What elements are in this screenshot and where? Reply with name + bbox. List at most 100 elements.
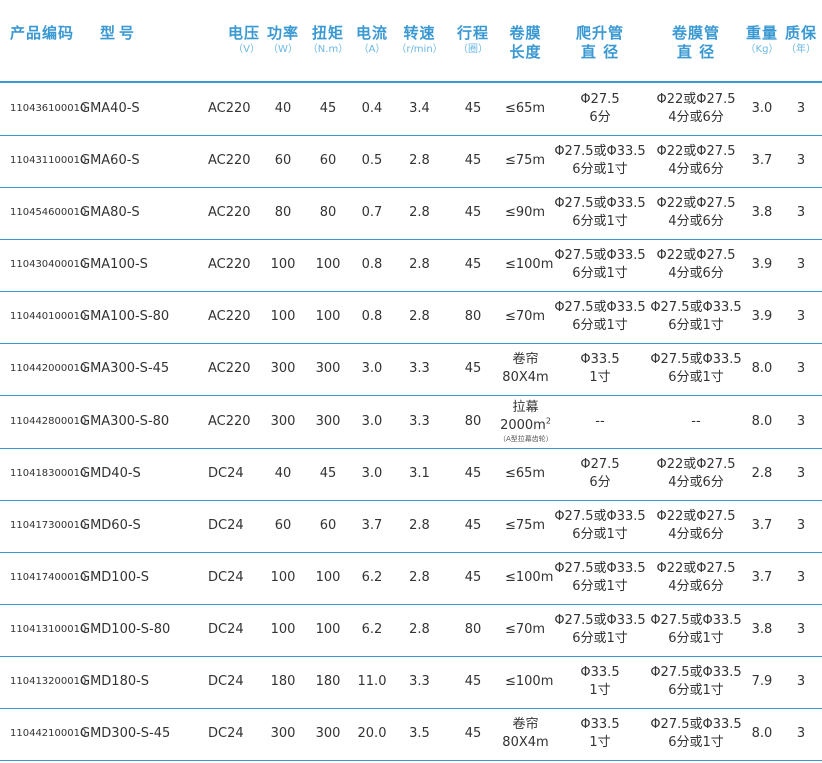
film-pipe-cell: Φ22或Φ27.5 4分或6分 [656, 457, 736, 490]
product-code-cell: 110442800010 [10, 415, 87, 427]
voltage-cell: AC220 [208, 205, 251, 220]
film-length-cell: ≤75m [505, 153, 546, 168]
header-code: 产品编码 [0, 0, 80, 83]
speed-cell: 3.5 [409, 726, 430, 741]
product-code-cell: 110431100010 [10, 155, 87, 166]
film-length-cell: ≤100m [505, 570, 554, 585]
torque-cell: 45 [319, 466, 337, 481]
voltage-cell: AC220 [208, 309, 251, 324]
weight-cell: 3.0 [751, 100, 773, 116]
product-code-cell: 110418300010 [10, 468, 87, 479]
current-cell: 0.7 [361, 205, 383, 220]
climb-pipe-cell: Φ27.5或Φ33.5 6分或1寸 [554, 561, 646, 594]
stroke-cell: 45 [464, 100, 482, 116]
weight-cell: 3.9 [751, 257, 773, 272]
table-row: 110442800010 GMA300-S-80 AC220 300 300 3.0 3.3… [0, 395, 822, 448]
voltage-cell: AC220 [208, 153, 251, 168]
power-cell: 40 [274, 100, 292, 116]
product-code-cell: 110442100010 [10, 728, 87, 739]
product-code-cell: 110417400010 [10, 572, 87, 583]
climb-pipe-cell: Φ33.5 1寸 [580, 352, 620, 385]
current-cell: 6.2 [361, 622, 383, 637]
product-code-cell: 110440100010 [10, 311, 87, 322]
model-cell: GMA40-S [80, 100, 140, 116]
film-length-cell: ≤70m [505, 622, 546, 637]
torque-cell: 100 [315, 570, 341, 585]
power-cell: 60 [274, 153, 292, 168]
voltage-cell: AC220 [208, 100, 251, 116]
torque-cell: 300 [315, 726, 341, 741]
film-length-cell: ≤65m [505, 100, 546, 116]
header-warranty: 质保 （年） [780, 0, 822, 83]
model-cell: GMA60-S [80, 153, 140, 168]
weight-cell: 3.7 [751, 153, 773, 168]
stroke-cell: 45 [464, 205, 482, 220]
warranty-cell: 3 [796, 257, 806, 272]
film-length-cell: ≤75m [505, 518, 546, 533]
model-cell: GMA80-S [80, 205, 140, 220]
power-cell: 60 [274, 518, 292, 533]
model-cell: GMD40-S [80, 466, 141, 481]
warranty-cell: 3 [796, 413, 806, 429]
stroke-cell: 80 [464, 309, 482, 324]
table-row: 110417400010 GMD100-S DC24 100 100 6.2 2.8 45 ≤1… [0, 552, 822, 604]
film-pipe-cell: Φ27.5或Φ33.5 6分或1寸 [650, 300, 742, 333]
torque-cell: 100 [315, 309, 341, 324]
film-pipe-cell: Φ27.5或Φ33.5 6分或1寸 [650, 717, 742, 750]
stroke-cell: 45 [464, 153, 482, 168]
speed-cell: 2.8 [409, 309, 430, 324]
product-code-cell: 110413200010 [10, 676, 87, 687]
power-cell: 100 [270, 257, 296, 272]
torque-cell: 45 [319, 100, 337, 116]
power-cell: 180 [270, 674, 296, 689]
header-weight: 重量 （Kg） [744, 0, 780, 83]
speed-cell: 2.8 [409, 153, 430, 168]
torque-cell: 60 [319, 153, 337, 168]
power-cell: 100 [270, 622, 296, 637]
film-length-cell: 卷帘 80X4m [502, 717, 549, 750]
header-film-pipe: 卷膜管直 径 [648, 0, 744, 83]
climb-pipe-cell: Φ27.5或Φ33.5 6分或1寸 [554, 144, 646, 177]
weight-cell: 3.7 [751, 518, 773, 533]
table-row: 110418300010 GMD40-S DC24 40 45 3.0 3.1 45 ≤65m Φ… [0, 448, 822, 500]
climb-pipe-cell: Φ27.5 6分 [580, 457, 620, 490]
header-power: 功率 （W） [262, 0, 304, 83]
model-cell: GMA300-S-45 [80, 361, 170, 376]
film-length-cell: ≤90m [505, 205, 546, 220]
table-row: 110413100010 GMD100-S-80 DC24 100 100 6.2 2.8 8… [0, 604, 822, 656]
current-cell: 3.0 [361, 413, 383, 429]
weight-cell: 3.8 [751, 205, 773, 220]
climb-pipe-cell: Φ27.5或Φ33.5 6分或1寸 [554, 300, 646, 333]
film-pipe-cell: Φ22或Φ27.5 4分或6分 [656, 91, 736, 125]
table-body: 110436100010 GMA40-S AC220 40 45 0.4 3.4 45 ≤65m… [0, 82, 822, 760]
film-length-cell: ≤100m [505, 257, 554, 272]
film-length-cell: 拉幕 2000m2 （A型拉幕齿轮） [499, 400, 553, 443]
warranty-cell: 3 [796, 153, 806, 168]
warranty-cell: 3 [796, 622, 806, 637]
voltage-cell: DC24 [208, 726, 244, 741]
climb-pipe-cell: Φ27.5或Φ33.5 6分或1寸 [554, 196, 646, 229]
climb-pipe-cell: Φ27.5或Φ33.5 6分或1寸 [554, 509, 646, 542]
table-row: 110436100010 GMA40-S AC220 40 45 0.4 3.4 45 ≤65m… [0, 82, 822, 135]
model-cell: GMA300-S-80 [80, 413, 170, 429]
torque-cell: 300 [315, 413, 341, 429]
film-pipe-cell: Φ22或Φ27.5 4分或6分 [656, 509, 736, 542]
power-cell: 80 [274, 205, 292, 220]
speed-cell: 2.8 [409, 518, 430, 533]
weight-cell: 3.7 [751, 570, 773, 585]
film-pipe-cell: Φ22或Φ27.5 4分或6分 [656, 248, 736, 281]
torque-cell: 100 [315, 622, 341, 637]
header-model: 型号 [80, 0, 206, 83]
stroke-cell: 80 [464, 413, 482, 429]
torque-cell: 300 [315, 361, 341, 376]
header-current: 电流 （A） [352, 0, 392, 83]
table-row: 110417300010 GMD60-S DC24 60 60 3.7 2.8 45 ≤75m Φ… [0, 500, 822, 552]
power-cell: 40 [274, 466, 292, 481]
product-code-cell: 110413100010 [10, 624, 87, 635]
warranty-cell: 3 [796, 309, 806, 324]
voltage-cell: DC24 [208, 518, 244, 533]
film-length-cell: ≤100m [505, 674, 554, 689]
header-row: 产品编码 型号 电压 （V） 功率 （W） 扭矩 （N.m） 电流 （A） 转速 （r/m… [0, 0, 822, 83]
model-cell: GMD60-S [80, 518, 141, 533]
film-length-cell: 卷帘 80X4m [502, 352, 549, 385]
